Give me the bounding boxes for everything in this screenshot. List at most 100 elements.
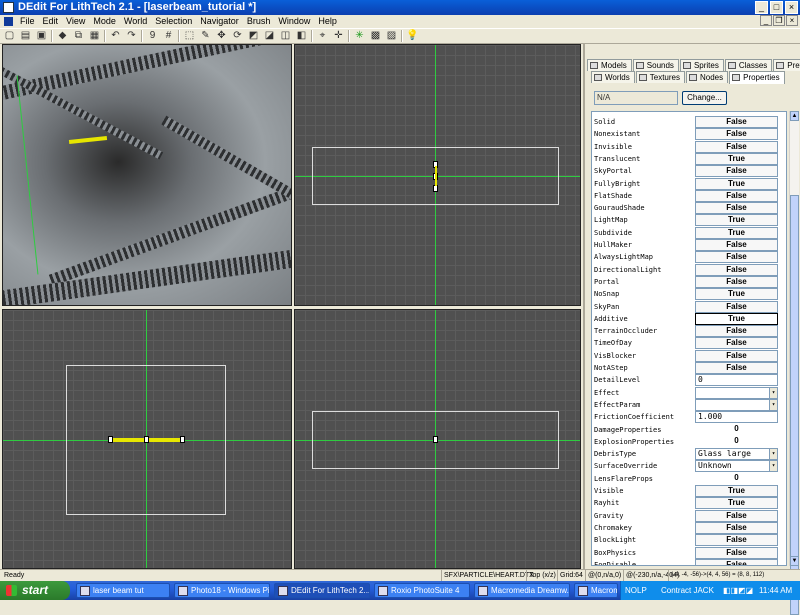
dropdown-arrow-icon[interactable]: ▾ xyxy=(769,399,777,410)
new-icon[interactable]: ▢ xyxy=(3,30,16,42)
property-toggle[interactable]: False xyxy=(695,189,778,202)
grid-icon[interactable]: # xyxy=(162,30,175,42)
mdi-close-button[interactable]: × xyxy=(786,15,798,26)
render-icon[interactable]: ▩ xyxy=(369,30,382,42)
scroll-up-icon[interactable]: ▲ xyxy=(790,111,799,121)
property-value[interactable]: 0 xyxy=(695,436,778,448)
mdi-restore-button[interactable]: ❐ xyxy=(773,15,785,26)
tab-classes[interactable]: Classes xyxy=(724,59,773,71)
property-toggle[interactable]: False xyxy=(695,239,778,251)
task-laser-beam-tut[interactable]: laser beam tut xyxy=(76,583,170,598)
property-value[interactable]: 0 xyxy=(695,424,778,436)
undo-icon[interactable]: ↶ xyxy=(109,30,122,42)
save-icon[interactable]: ▣ xyxy=(35,30,48,42)
menu-help[interactable]: Help xyxy=(314,15,341,28)
change-button[interactable]: Change... xyxy=(682,91,727,105)
task-dreamweaver[interactable]: Macromedia Dreamw... xyxy=(474,583,570,598)
property-toggle[interactable]: False xyxy=(695,140,778,153)
minimize-button[interactable]: _ xyxy=(755,1,768,14)
select-icon[interactable]: ⬚ xyxy=(183,30,196,42)
close-button[interactable]: × xyxy=(785,1,798,14)
property-dropdown[interactable]: Unknown ▾ xyxy=(695,460,778,473)
menu-window[interactable]: Window xyxy=(274,15,314,28)
plus-icon[interactable]: ✛ xyxy=(332,30,345,42)
open-icon[interactable]: ▤ xyxy=(19,30,32,42)
brush-tool-icon[interactable]: ✎ xyxy=(199,30,212,42)
property-value[interactable]: 0 xyxy=(695,473,778,485)
property-toggle[interactable]: False xyxy=(695,263,778,276)
crosshair-icon[interactable]: ⌖ xyxy=(316,30,329,42)
maximize-button[interactable]: □ xyxy=(770,1,783,14)
property-toggle[interactable]: False xyxy=(695,251,778,264)
property-input[interactable]: 0 xyxy=(695,374,778,387)
top-viewport[interactable] xyxy=(294,44,581,306)
property-toggle[interactable]: True xyxy=(695,485,778,497)
object-name-field[interactable]: N/A xyxy=(594,91,678,105)
selection-handle[interactable] xyxy=(108,436,113,443)
menu-world[interactable]: World xyxy=(120,15,151,28)
menu-selection[interactable]: Selection xyxy=(151,15,196,28)
property-toggle[interactable]: True xyxy=(695,177,778,190)
tab-prefabs[interactable]: Prefabs xyxy=(773,59,800,71)
rotate-icon[interactable]: ⟳ xyxy=(231,30,244,42)
lightmap-icon[interactable]: ◫ xyxy=(279,30,292,42)
property-toggle[interactable]: False xyxy=(695,546,778,559)
property-toggle[interactable]: True xyxy=(695,288,778,301)
side-viewport[interactable] xyxy=(294,309,581,569)
property-toggle[interactable]: False xyxy=(695,362,778,374)
tab-sprites[interactable]: Sprites xyxy=(679,59,724,71)
property-dropdown[interactable]: Glass large ▾ xyxy=(695,448,778,461)
move-icon[interactable]: ✥ xyxy=(215,30,228,42)
cut-icon[interactable]: ◆ xyxy=(56,30,69,42)
light-bulb-icon[interactable]: 💡 xyxy=(406,30,419,42)
paint-icon[interactable]: ◪ xyxy=(263,30,276,42)
property-dropdown[interactable]: ▾ xyxy=(695,386,778,399)
perspective-viewport[interactable] xyxy=(2,44,292,306)
task-roxio[interactable]: Roxio PhotoSuite 4 xyxy=(374,583,470,598)
front-viewport[interactable] xyxy=(2,309,292,569)
property-toggle[interactable]: False xyxy=(695,275,778,288)
vertical-scrollbar[interactable]: ▲ ▼ xyxy=(789,111,799,615)
property-toggle[interactable]: True xyxy=(695,214,778,227)
dropdown-arrow-icon[interactable]: ▾ xyxy=(769,449,777,460)
object-icon[interactable]: ◧ xyxy=(295,30,308,42)
property-toggle[interactable]: False xyxy=(695,534,778,547)
property-toggle[interactable]: False xyxy=(695,349,778,362)
tab-worlds[interactable]: Worlds xyxy=(591,71,635,83)
scroll-down-icon[interactable]: ▼ xyxy=(790,556,799,566)
mdi-minimize-button[interactable]: _ xyxy=(760,15,772,26)
dropdown-arrow-icon[interactable]: ▾ xyxy=(769,461,777,472)
fill-icon[interactable]: ▨ xyxy=(385,30,398,42)
task-photo-viewer[interactable]: Photo18 - Windows Pi... xyxy=(174,583,270,598)
tray-icons[interactable]: ◧◨◩◪ xyxy=(723,581,753,600)
tab-nodes[interactable]: Nodes xyxy=(685,71,729,83)
paste-icon[interactable]: ▦ xyxy=(88,30,101,42)
menu-navigator[interactable]: Navigator xyxy=(196,15,243,28)
green-star-icon[interactable]: ✳ xyxy=(353,30,366,42)
property-input[interactable]: 1.000 xyxy=(695,411,778,424)
geometry-icon[interactable]: ◩ xyxy=(247,30,260,42)
property-toggle[interactable]: False xyxy=(695,337,778,350)
tab-sounds[interactable]: Sounds xyxy=(632,59,679,71)
property-dropdown[interactable]: ▾ xyxy=(695,398,778,411)
property-toggle[interactable]: False xyxy=(695,128,778,141)
scroll-thumb[interactable] xyxy=(790,195,799,615)
property-toggle[interactable]: True xyxy=(695,152,778,165)
property-toggle[interactable]: False xyxy=(695,116,778,128)
tab-textures[interactable]: Textures xyxy=(635,71,685,83)
property-toggle[interactable]: True xyxy=(695,497,778,510)
property-toggle[interactable]: False xyxy=(695,521,778,534)
dropdown-arrow-icon[interactable]: ▾ xyxy=(769,387,777,398)
tab-properties[interactable]: Properties xyxy=(729,71,785,84)
redo-icon[interactable]: ↷ xyxy=(125,30,138,42)
tab-models[interactable]: Models xyxy=(587,59,632,71)
menu-mode[interactable]: Mode xyxy=(89,15,120,28)
menu-file[interactable]: File xyxy=(16,15,39,28)
task-dedit[interactable]: DEdit For LithTech 2.... xyxy=(274,583,370,598)
property-toggle[interactable]: False xyxy=(695,300,778,313)
copy-icon[interactable]: ⧉ xyxy=(72,30,85,42)
property-toggle[interactable]: False xyxy=(695,325,778,338)
property-toggle[interactable]: False xyxy=(695,558,778,565)
selection-handle[interactable] xyxy=(180,436,185,443)
start-button[interactable]: start xyxy=(0,581,70,600)
